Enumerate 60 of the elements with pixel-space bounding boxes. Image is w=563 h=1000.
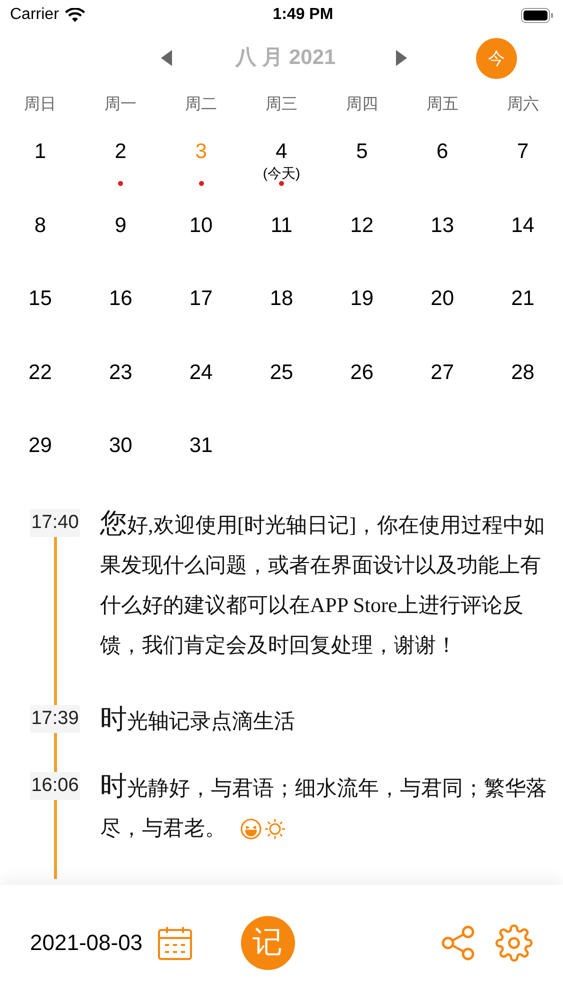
share-button[interactable] <box>441 924 475 960</box>
entry-text: 时光静好，与君语；细水流年，与君同；繁华落尽，与君老。 <box>100 770 547 842</box>
right-triangle-icon <box>396 50 407 66</box>
selected-date: 2021-08-03 <box>30 929 143 957</box>
left-triangle-icon <box>161 50 172 66</box>
weekday-label: 周四 <box>344 95 379 115</box>
entry-time: 17:40 <box>30 508 80 536</box>
battery-icon <box>520 8 553 22</box>
calendar-day[interactable]: 18 <box>241 274 322 348</box>
calendar-day[interactable]: 25 <box>241 348 322 421</box>
calendar-day[interactable]: 6 <box>402 127 483 200</box>
weekday-label: 周日 <box>23 95 58 115</box>
calendar-day[interactable]: 24 <box>160 348 242 421</box>
calendar-day[interactable]: 4 (今天) <box>241 127 322 200</box>
entry-time: 17:39 <box>30 704 80 732</box>
calendar-day[interactable]: 11 <box>241 200 322 274</box>
wifi-icon <box>64 8 85 22</box>
calendar-day[interactable]: 9 <box>80 200 161 274</box>
calendar-day[interactable]: 20 <box>402 274 483 348</box>
calendar-day[interactable]: 22 <box>0 348 80 421</box>
weekday-label: 周二 <box>184 95 218 115</box>
entry-text: 您好,欢迎使用[时光轴日记]，你在使用过程中如果发现什么问题，或者在界面设计以及功能上有什么好的建议都可以在APP Store上进行评论反馈，我们肯定会及时回复处理，谢谢！ <box>100 506 546 658</box>
entry-text: 时光轴记录点滴生活 <box>100 702 296 736</box>
laughing-face-icon <box>240 818 262 840</box>
calendar-button[interactable] <box>156 924 193 960</box>
calendar-day[interactable]: 21 <box>482 274 563 348</box>
weekday-label: 周五 <box>425 95 460 115</box>
calendar-day[interactable]: 14 <box>482 200 563 274</box>
calendar-day[interactable]: 17 <box>160 274 242 348</box>
calendar-day[interactable]: 13 <box>402 200 483 274</box>
calendar-day[interactable]: 7 <box>482 127 563 200</box>
calendar-day[interactable]: 5 <box>322 127 402 200</box>
settings-icon <box>495 924 533 962</box>
calendar-day[interactable]: 15 <box>0 274 80 348</box>
calendar-day[interactable]: 8 <box>0 200 80 274</box>
calendar-day[interactable]: 31 <box>160 421 242 494</box>
settings-button[interactable] <box>495 924 533 962</box>
calendar-day[interactable]: 19 <box>322 274 402 348</box>
calendar-day[interactable]: 28 <box>482 348 563 421</box>
calendar-day[interactable]: 26 <box>322 348 402 421</box>
calendar-day[interactable]: 29 <box>0 421 80 494</box>
status-time: 1:49 PM <box>272 5 334 25</box>
calendar-day[interactable]: 2 <box>80 127 161 200</box>
calendar-icon <box>156 924 193 960</box>
calendar-day[interactable]: 10 <box>160 200 242 274</box>
month-title: 八 月 2021 <box>235 44 336 71</box>
share-icon <box>441 924 475 960</box>
calendar-day[interactable]: 12 <box>322 200 402 274</box>
calendar-day[interactable]: 30 <box>80 421 161 494</box>
sun-icon <box>264 818 286 840</box>
weekday-label: 周六 <box>506 94 540 115</box>
entry-time: 16:06 <box>30 772 80 800</box>
calendar-day[interactable]: 16 <box>80 274 161 348</box>
weekday-label: 周一 <box>104 95 138 115</box>
carrier-name: Carrier <box>10 5 59 25</box>
calendar-day[interactable]: 1 <box>0 127 80 200</box>
calendar-day[interactable]: 23 <box>80 348 161 421</box>
today-label: (今天) <box>262 165 300 181</box>
weekday-label: 周三 <box>264 95 298 115</box>
calendar-day[interactable]: 27 <box>402 348 483 421</box>
